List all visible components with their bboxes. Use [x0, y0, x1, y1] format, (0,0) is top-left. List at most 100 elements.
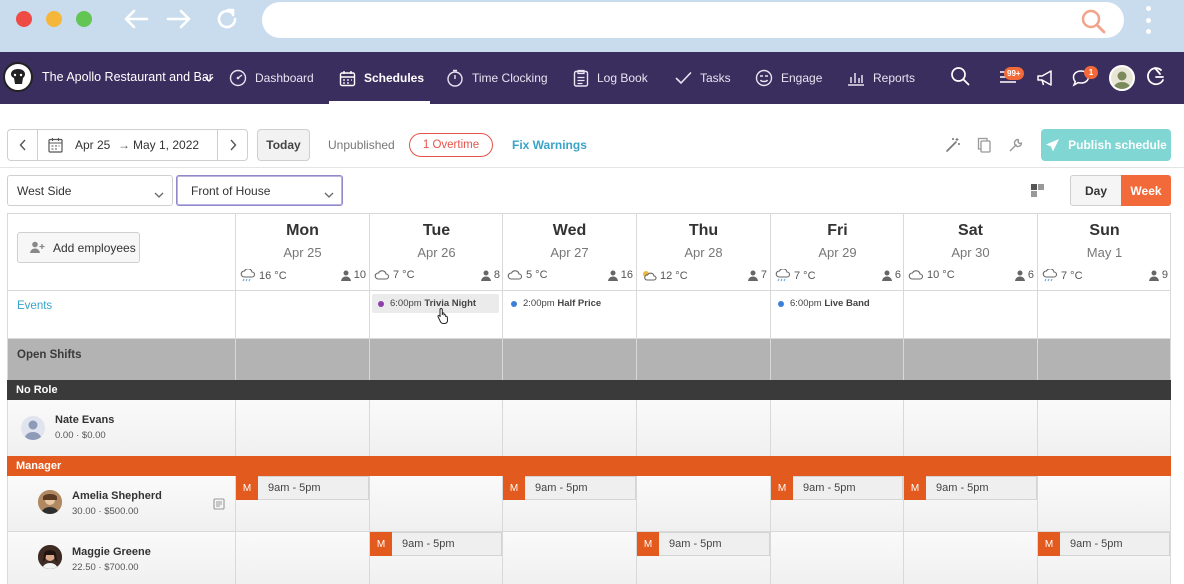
notifications-badge: 99+: [1004, 67, 1024, 80]
row-divider: [7, 531, 1171, 532]
browser-chrome: [0, 0, 1184, 52]
nav-reports[interactable]: Reports: [847, 52, 915, 104]
weather-cloud-icon: 5 °C: [507, 269, 548, 281]
today-button[interactable]: Today: [257, 129, 310, 161]
date-range-arrow: →: [118, 138, 130, 152]
back-arrow-icon[interactable]: [121, 4, 151, 34]
event-dot: [511, 300, 517, 307]
stopwatch-icon: [447, 69, 463, 87]
shift-block[interactable]: M 9am - 5pm: [1038, 532, 1170, 556]
messages-badge: 1: [1084, 66, 1098, 79]
shift-block[interactable]: M 9am - 5pm: [771, 476, 903, 500]
nav-dashboard[interactable]: Dashboard: [229, 52, 314, 104]
employee-row-background: [8, 400, 1170, 456]
maximize-window-button[interactable]: [76, 11, 92, 27]
brand-mark-icon[interactable]: [1146, 66, 1166, 93]
checkmark-icon: [675, 72, 692, 85]
shift-block[interactable]: M 9am - 5pm: [236, 476, 369, 500]
employee-name[interactable]: Amelia Shepherd: [72, 490, 162, 502]
role-header-manager: Manager: [7, 456, 1171, 476]
week-view-button[interactable]: Week: [1121, 175, 1171, 206]
chevron-right-icon[interactable]: [217, 130, 247, 160]
employee-pay: 0.00 · $0.00: [55, 430, 106, 441]
employee-row-background: [8, 532, 1170, 584]
wrench-icon[interactable]: [1008, 137, 1024, 158]
day-header-tue[interactable]: Tue Apr 26 7 °C 8: [370, 214, 503, 290]
add-employees-button[interactable]: Add employees: [17, 232, 140, 263]
department-select[interactable]: Front of House: [176, 175, 343, 206]
address-bar[interactable]: [262, 2, 1124, 38]
reload-icon[interactable]: [213, 4, 243, 34]
event-half-price[interactable]: 2:00pm Half Price: [505, 294, 633, 313]
day-header-sun[interactable]: Sun May 1 7 °C 9: [1038, 214, 1171, 290]
staff-count: 9: [1148, 269, 1168, 281]
event-dot: [378, 300, 384, 307]
chevron-down-icon[interactable]: [204, 71, 214, 89]
shift-block[interactable]: M 9am - 5pm: [370, 532, 502, 556]
venue-logo-icon[interactable]: [3, 62, 33, 92]
avatar[interactable]: [21, 416, 45, 440]
chevron-down-icon: [324, 188, 334, 202]
close-window-button[interactable]: [16, 11, 32, 27]
chevron-down-icon: [154, 188, 164, 202]
note-icon[interactable]: [213, 497, 225, 515]
forward-arrow-icon[interactable]: [164, 4, 194, 34]
nav-schedules[interactable]: Schedules: [339, 52, 424, 104]
unpublished-status: Unpublished: [328, 138, 395, 152]
open-shifts-label: Open Shifts: [17, 349, 82, 361]
employee-pay: 30.00 · $500.00: [72, 506, 139, 517]
fix-warnings-link[interactable]: Fix Warnings: [512, 138, 587, 152]
smiley-icon: [755, 69, 773, 87]
employee-name[interactable]: Nate Evans: [55, 414, 114, 426]
staff-count: 7: [747, 269, 767, 281]
staff-count: 16: [607, 269, 633, 281]
day-header-fri[interactable]: Fri Apr 29 7 °C 6: [771, 214, 904, 290]
person-icon: [607, 270, 618, 281]
browser-menu-icon[interactable]: [1140, 4, 1156, 36]
search-icon[interactable]: [1080, 8, 1106, 39]
gauge-icon: [229, 69, 247, 87]
overtime-badge[interactable]: 1 Overtime: [409, 133, 493, 157]
magic-wand-icon[interactable]: [945, 137, 961, 158]
location-select[interactable]: West Side: [7, 175, 173, 206]
weather-rain-icon: 16 °C: [240, 269, 287, 283]
row-divider: [7, 290, 1171, 291]
date-range-picker[interactable]: Apr 25 → May 1, 2022: [7, 129, 248, 161]
search-icon[interactable]: [950, 66, 970, 91]
clipboard-icon: [573, 69, 589, 87]
day-header-sat[interactable]: Sat Apr 30 10 °C 6: [904, 214, 1037, 290]
date-from: Apr 25: [75, 138, 111, 152]
shift-block[interactable]: M 9am - 5pm: [637, 532, 770, 556]
weather-cloud-icon: 10 °C: [908, 269, 955, 281]
calendar-icon: [48, 137, 63, 158]
shift-block[interactable]: M 9am - 5pm: [904, 476, 1037, 500]
events-label[interactable]: Events: [17, 300, 52, 312]
person-icon: [1148, 270, 1159, 281]
employee-name[interactable]: Maggie Greene: [72, 546, 151, 558]
shift-block[interactable]: M 9am - 5pm: [503, 476, 636, 500]
megaphone-icon[interactable]: [1036, 69, 1056, 92]
copy-icon[interactable]: [977, 137, 991, 158]
user-avatar[interactable]: [1109, 65, 1135, 91]
employee-pay: 22.50 · $700.00: [72, 562, 139, 573]
nav-tasks[interactable]: Tasks: [675, 52, 731, 104]
publish-schedule-button[interactable]: Publish schedule: [1041, 129, 1171, 161]
minimize-window-button[interactable]: [46, 11, 62, 27]
venue-name[interactable]: The Apollo Restaurant and Bar: [42, 70, 213, 84]
day-header-mon[interactable]: Mon Apr 25 16 °C 10: [236, 214, 369, 290]
layout-grid-icon[interactable]: [1031, 184, 1044, 202]
event-live-band[interactable]: 6:00pm Live Band: [772, 294, 900, 313]
chevron-left-icon[interactable]: [8, 130, 38, 160]
day-header-wed[interactable]: Wed Apr 27 5 °C 16: [503, 214, 636, 290]
event-dot: [778, 300, 784, 307]
avatar[interactable]: [38, 490, 62, 514]
day-view-button[interactable]: Day: [1070, 175, 1122, 206]
avatar[interactable]: [38, 545, 62, 569]
role-header-no-role: No Role: [7, 380, 1171, 400]
weather-rain-icon: 7 °C: [1042, 269, 1083, 283]
nav-time-clocking[interactable]: Time Clocking: [446, 52, 548, 104]
nav-engage[interactable]: Engage: [755, 52, 822, 104]
event-trivia-night[interactable]: 6:00pm Trivia Night: [372, 294, 499, 313]
nav-log-book[interactable]: Log Book: [573, 52, 648, 104]
day-header-thu[interactable]: Thu Apr 28 12 °C 7: [637, 214, 770, 290]
